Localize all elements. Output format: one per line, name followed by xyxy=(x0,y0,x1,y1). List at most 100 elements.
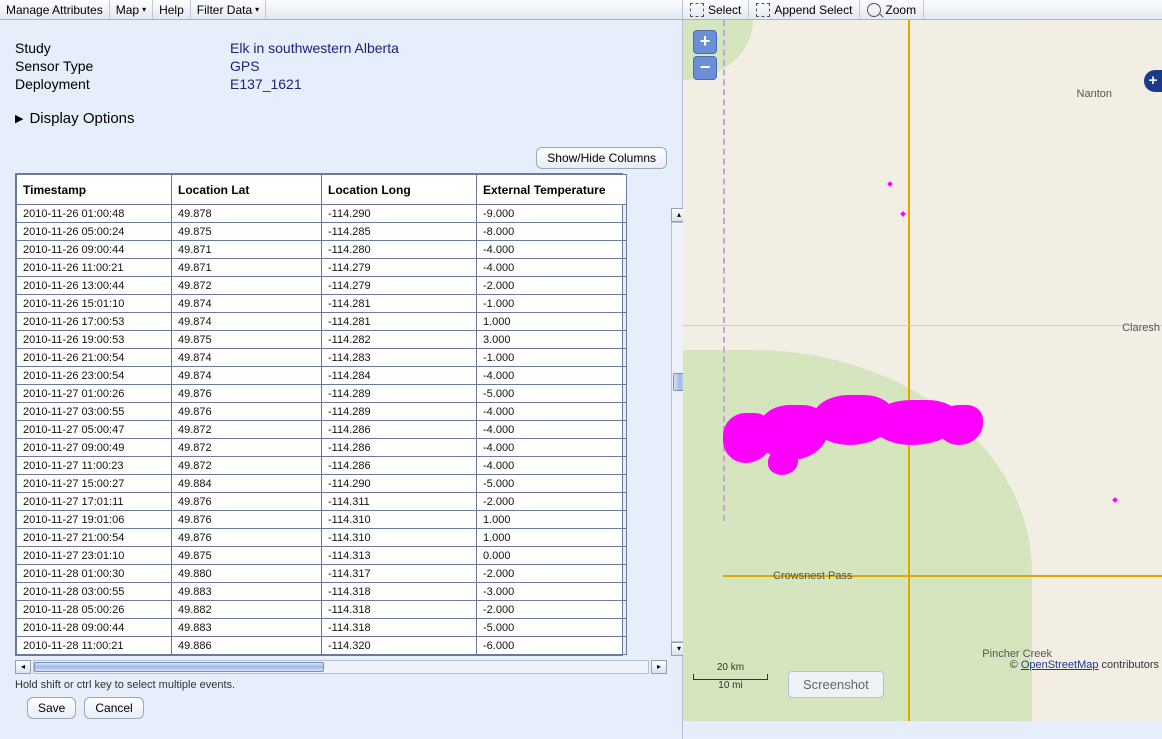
scale-mi: 10 mi xyxy=(693,680,768,691)
table-row[interactable]: 2010-11-27 23:01:1049.875-114.3130.000 xyxy=(17,547,627,565)
select-icon xyxy=(690,3,704,17)
zoom-out-button[interactable]: − xyxy=(693,56,717,80)
table-row[interactable]: 2010-11-26 21:00:5449.874-114.283-1.000 xyxy=(17,349,627,367)
sensor-value[interactable]: GPS xyxy=(230,58,260,74)
cancel-button[interactable]: Cancel xyxy=(84,697,143,719)
cell-lon: -114.317 xyxy=(322,565,477,583)
cell-lon: -114.283 xyxy=(322,349,477,367)
col-header-lon[interactable]: Location Long xyxy=(322,175,477,205)
study-value[interactable]: Elk in southwestern Alberta xyxy=(230,40,399,56)
cell-ts: 2010-11-26 09:00:44 xyxy=(17,241,172,259)
deployment-label: Deployment xyxy=(15,76,230,92)
scroll-thumb-h[interactable] xyxy=(34,662,324,672)
tool-zoom-label: Zoom xyxy=(885,3,916,17)
cell-lon: -114.282 xyxy=(322,331,477,349)
screenshot-button[interactable]: Screenshot xyxy=(788,671,884,698)
table-row[interactable]: 2010-11-28 05:00:2649.882-114.318-2.000 xyxy=(17,601,627,619)
cell-lat: 49.875 xyxy=(172,223,322,241)
cell-lat: 49.875 xyxy=(172,331,322,349)
table-row[interactable]: 2010-11-28 01:00:3049.880-114.317-2.000 xyxy=(17,565,627,583)
tool-zoom[interactable]: Zoom xyxy=(860,0,924,19)
table-row[interactable]: 2010-11-27 17:01:1149.876-114.311-2.000 xyxy=(17,493,627,511)
chevron-down-icon: ▾ xyxy=(255,5,259,14)
table-row[interactable]: 2010-11-27 19:01:0649.876-114.3101.000 xyxy=(17,511,627,529)
display-options-toggle[interactable]: ▶Display Options xyxy=(15,110,667,127)
table-row[interactable]: 2010-11-28 11:00:2149.886-114.320-6.000 xyxy=(17,637,627,655)
cell-lon: -114.318 xyxy=(322,619,477,637)
append-select-icon xyxy=(756,3,770,17)
zoom-in-button[interactable]: + xyxy=(693,30,717,54)
study-info: StudyElk in southwestern Alberta Sensor … xyxy=(0,20,682,137)
cell-temp: 3.000 xyxy=(477,331,627,349)
table-row[interactable]: 2010-11-26 23:00:5449.874-114.284-4.000 xyxy=(17,367,627,385)
table-row[interactable]: 2010-11-28 09:00:4449.883-114.318-5.000 xyxy=(17,619,627,637)
table-row[interactable]: 2010-11-26 15:01:1049.874-114.281-1.000 xyxy=(17,295,627,313)
table-row[interactable]: 2010-11-26 17:00:5349.874-114.2811.000 xyxy=(17,313,627,331)
cell-lat: 49.871 xyxy=(172,259,322,277)
table-row[interactable]: 2010-11-27 15:00:2749.884-114.290-5.000 xyxy=(17,475,627,493)
expand-layers-button[interactable]: + xyxy=(1144,70,1162,92)
table-row[interactable]: 2010-11-28 03:00:5549.883-114.318-3.000 xyxy=(17,583,627,601)
cell-lat: 49.882 xyxy=(172,601,322,619)
cell-ts: 2010-11-26 01:00:48 xyxy=(17,205,172,223)
cell-lat: 49.871 xyxy=(172,241,322,259)
cell-lon: -114.285 xyxy=(322,223,477,241)
table-row[interactable]: 2010-11-26 01:00:4849.878-114.290-9.000 xyxy=(17,205,627,223)
map-label-claresh: Claresh xyxy=(1122,322,1160,334)
menu-filter-data[interactable]: Filter Data▾ xyxy=(191,0,266,19)
cell-temp: -4.000 xyxy=(477,259,627,277)
map-toolbar: Select Append Select Zoom xyxy=(683,0,1162,20)
cell-lon: -114.318 xyxy=(322,601,477,619)
cell-temp: 1.000 xyxy=(477,529,627,547)
save-button[interactable]: Save xyxy=(27,697,76,719)
show-hide-columns-button[interactable]: Show/Hide Columns xyxy=(536,147,667,169)
tool-select[interactable]: Select xyxy=(683,0,749,19)
cell-lat: 49.880 xyxy=(172,565,322,583)
cell-lon: -114.320 xyxy=(322,637,477,655)
cell-temp: -2.000 xyxy=(477,565,627,583)
table-row[interactable]: 2010-11-27 01:00:2649.876-114.289-5.000 xyxy=(17,385,627,403)
cell-lat: 49.875 xyxy=(172,547,322,565)
cell-lon: -114.280 xyxy=(322,241,477,259)
table-row[interactable]: 2010-11-26 09:00:4449.871-114.280-4.000 xyxy=(17,241,627,259)
osm-link[interactable]: OpenStreetMap xyxy=(1021,659,1099,671)
table-row[interactable]: 2010-11-26 05:00:2449.875-114.285-8.000 xyxy=(17,223,627,241)
menu-help-label: Help xyxy=(159,3,184,17)
table-row[interactable]: 2010-11-26 13:00:4449.872-114.279-2.000 xyxy=(17,277,627,295)
cell-lat: 49.872 xyxy=(172,457,322,475)
scroll-right-button[interactable]: ▸ xyxy=(651,660,667,674)
col-header-temp[interactable]: External Temperature xyxy=(477,175,627,205)
table-row[interactable]: 2010-11-26 11:00:2149.871-114.279-4.000 xyxy=(17,259,627,277)
table-row[interactable]: 2010-11-27 11:00:2349.872-114.286-4.000 xyxy=(17,457,627,475)
tool-append-select[interactable]: Append Select xyxy=(749,0,860,19)
cell-lon: -114.313 xyxy=(322,547,477,565)
cell-lon: -114.286 xyxy=(322,457,477,475)
scroll-left-button[interactable]: ◂ xyxy=(15,660,31,674)
cell-temp: -6.000 xyxy=(477,637,627,655)
cell-ts: 2010-11-28 11:00:21 xyxy=(17,637,172,655)
col-header-lat[interactable]: Location Lat xyxy=(172,175,322,205)
table-row[interactable]: 2010-11-27 03:00:5549.876-114.289-4.000 xyxy=(17,403,627,421)
table-row[interactable]: 2010-11-27 05:00:4749.872-114.286-4.000 xyxy=(17,421,627,439)
scroll-track-h[interactable] xyxy=(33,660,649,674)
cell-lat: 49.872 xyxy=(172,421,322,439)
data-point-cluster[interactable] xyxy=(723,395,983,475)
map-canvas[interactable]: Nanton Claresh Crowsnest Pass Pincher Cr… xyxy=(683,20,1162,721)
cell-lon: -114.286 xyxy=(322,421,477,439)
menu-map[interactable]: Map▾ xyxy=(110,0,153,19)
cell-lat: 49.876 xyxy=(172,385,322,403)
table-row[interactable]: 2010-11-27 09:00:4949.872-114.286-4.000 xyxy=(17,439,627,457)
cell-temp: -4.000 xyxy=(477,241,627,259)
cell-ts: 2010-11-27 17:01:11 xyxy=(17,493,172,511)
menu-manage-attributes[interactable]: Manage Attributes xyxy=(0,0,110,19)
cell-lat: 49.872 xyxy=(172,439,322,457)
deployment-value[interactable]: E137_1621 xyxy=(230,76,302,92)
col-header-timestamp[interactable]: Timestamp xyxy=(17,175,172,205)
cell-lon: -114.281 xyxy=(322,313,477,331)
scale-km: 20 km xyxy=(693,662,768,673)
table-row[interactable]: 2010-11-26 19:00:5349.875-114.2823.000 xyxy=(17,331,627,349)
menu-help[interactable]: Help xyxy=(153,0,191,19)
cell-temp: -5.000 xyxy=(477,475,627,493)
table-row[interactable]: 2010-11-27 21:00:5449.876-114.3101.000 xyxy=(17,529,627,547)
cell-lon: -114.310 xyxy=(322,511,477,529)
